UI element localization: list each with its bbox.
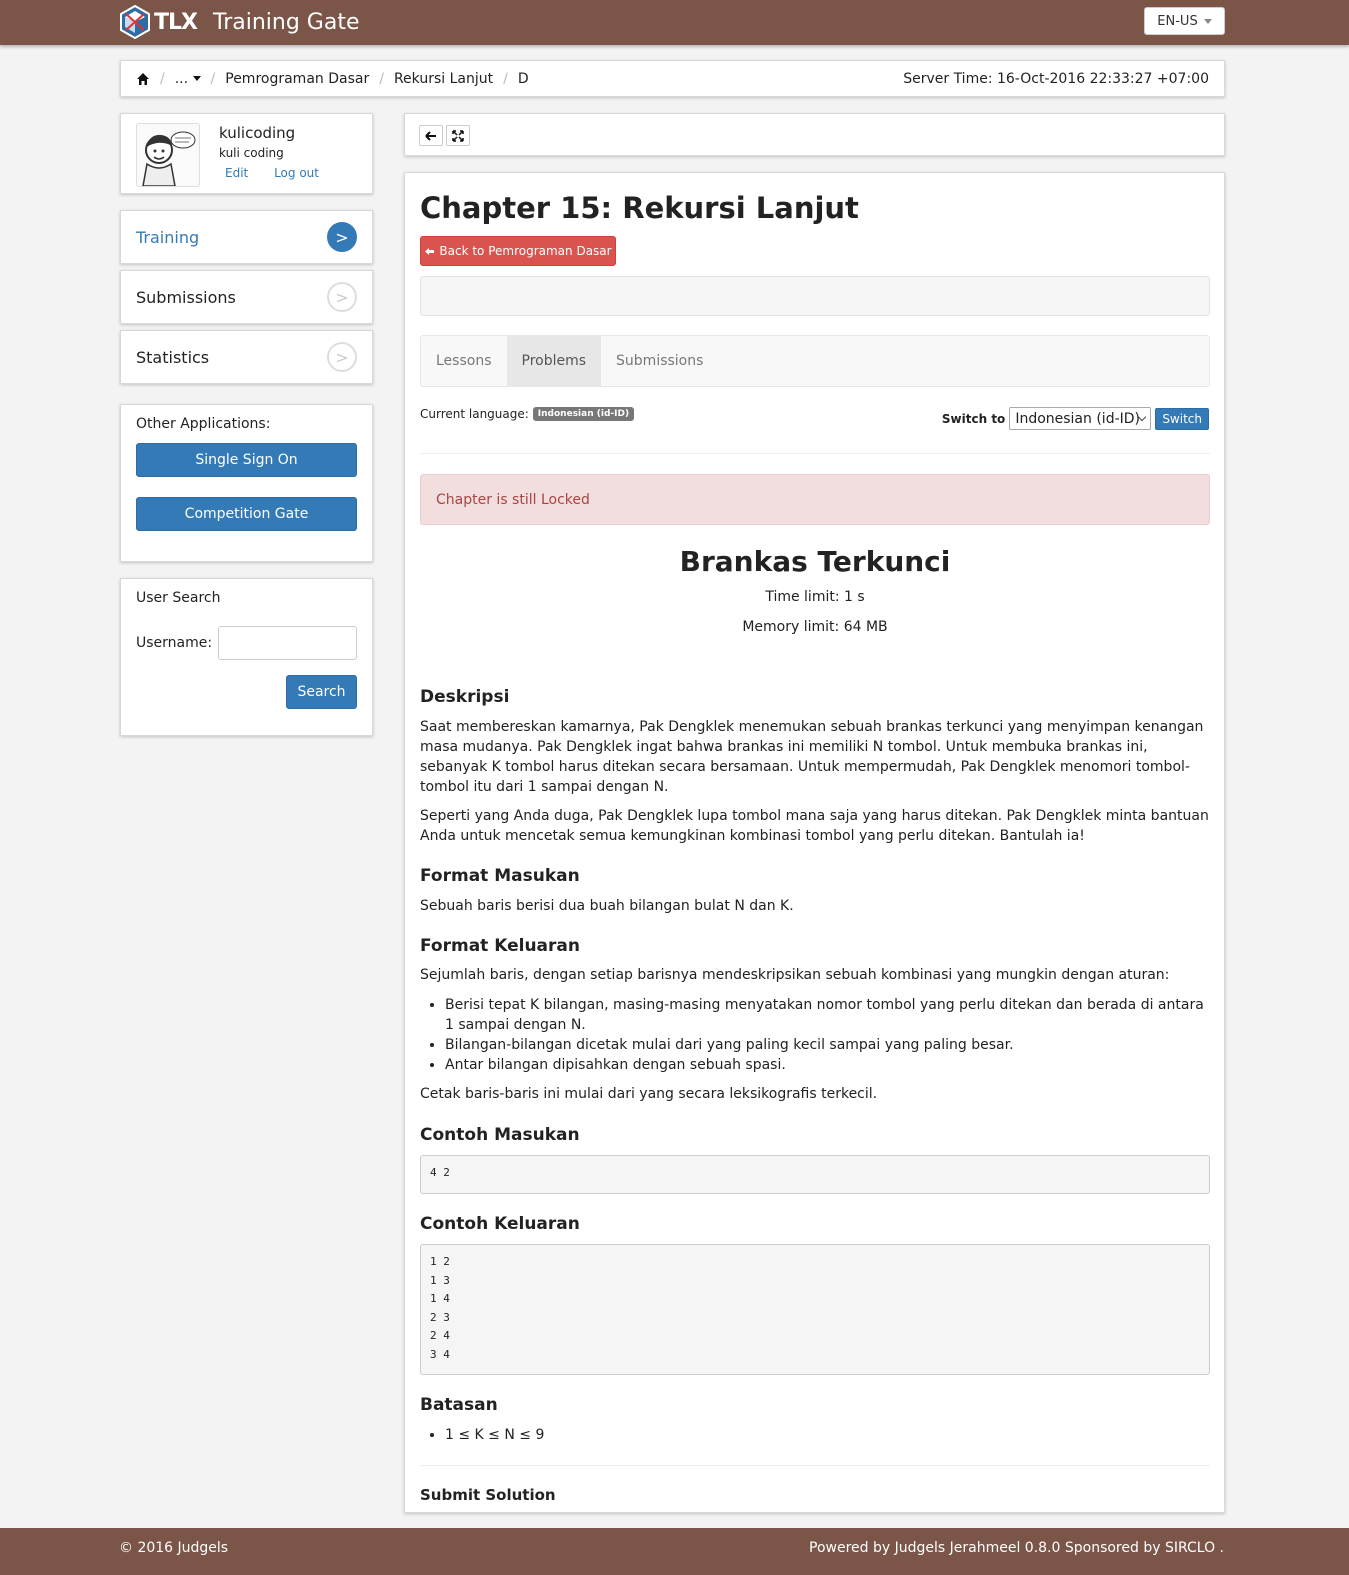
breadcrumb-item-problem: D [517, 70, 529, 87]
switch-to-label: Switch to [941, 411, 1006, 426]
keluaran-intro: Sejumlah baris, dengan setiap barisnya m… [420, 967, 1170, 983]
list-item: Antar bilangan dipisahkan dengan sebuah … [445, 1055, 1210, 1075]
sidebar-item-label: Statistics [136, 347, 210, 367]
keluaran-outro: Cetak baris-baris ini mulai dari yang se… [420, 1086, 878, 1102]
brand-logo[interactable]: TLX Training Gate [118, 5, 360, 39]
section-contoh-masukan: Contoh Masukan [420, 1125, 580, 1145]
list-item: 1 ≤ K ≤ N ≤ 9 [445, 1425, 1210, 1445]
current-language-label: Current language: [420, 407, 529, 421]
footer: © 2016 Judgels Powered by Judgels Jerahm… [0, 1528, 1349, 1575]
other-applications-title: Other Applications: [136, 416, 271, 432]
user-fullname: kuli coding [219, 146, 284, 160]
user-search-title: User Search [136, 590, 221, 606]
app-title: Training Gate [213, 9, 360, 35]
arrow-left-icon [425, 247, 435, 255]
section-format-masukan: Format Masukan [420, 866, 580, 886]
language-select[interactable]: Indonesian (id-ID) [1009, 407, 1152, 430]
sample-input: 4 2 [420, 1155, 1210, 1194]
masukan-paragraph: Sebuah baris berisi dua buah bilangan bu… [420, 898, 794, 914]
chevron-right-icon: > [327, 342, 357, 372]
back-button[interactable] [419, 125, 443, 146]
footer-powered-by: Powered by Judgels Jerahmeel 0.8.0 Spons… [809, 1540, 1224, 1556]
section-batasan: Batasan [420, 1395, 498, 1415]
deskripsi-paragraph: Saat membereskan kamarnya, Pak Dengklek … [420, 719, 1204, 795]
content-toolbar [404, 113, 1225, 156]
user-search-panel: User Search Username: Search [120, 578, 373, 736]
competition-gate-button[interactable]: Competition Gate [136, 497, 357, 531]
arrow-left-icon [425, 130, 436, 141]
fullscreen-icon [452, 129, 464, 142]
other-applications-panel: Other Applications: Single Sign On Compe… [120, 404, 373, 562]
username-input[interactable] [218, 626, 357, 660]
section-contoh-keluaran: Contoh Keluaran [420, 1214, 580, 1234]
deskripsi-paragraph: Seperti yang Anda duga, Pak Dengklek lup… [420, 808, 1209, 844]
chevron-right-icon: > [327, 222, 357, 252]
footer-copyright: © 2016 Judgels [119, 1540, 229, 1556]
keluaran-rules: Berisi tepat K bilangan, masing-masing m… [420, 995, 1210, 1075]
locked-alert: Chapter is still Locked [420, 474, 1210, 525]
tab-problems[interactable]: Problems [506, 336, 602, 386]
language-label: EN-US [1157, 13, 1198, 29]
server-time: Server Time: 16-Oct-2016 22:33:27 +07:00 [903, 70, 1209, 87]
tlx-logo-icon [120, 5, 150, 39]
back-to-course-button[interactable]: Back to Pemrograman Dasar [420, 236, 616, 266]
tab-lessons[interactable]: Lessons [421, 336, 507, 386]
single-sign-on-button[interactable]: Single Sign On [136, 443, 357, 477]
search-button[interactable]: Search [286, 675, 357, 709]
divider [420, 1465, 1210, 1466]
top-navbar: TLX Training Gate EN-US [0, 0, 1349, 45]
avatar [136, 123, 200, 187]
current-language: Current language: Indonesian (id-ID) [420, 407, 635, 421]
back-to-course-label: Back to Pemrograman Dasar [439, 244, 612, 258]
username-label: Username: [136, 635, 213, 651]
profile-card: kulicoding kuli coding Edit Log out [120, 113, 373, 194]
main-content: Chapter 15: Rekursi Lanjut Back to Pemro… [404, 172, 1225, 1513]
switch-language-button[interactable]: Switch [1155, 407, 1209, 430]
submit-solution-heading: Submit Solution [420, 1486, 556, 1504]
sample-output: 1 2 1 3 1 4 2 3 2 4 3 4 [420, 1244, 1210, 1375]
sidebar-item-label: Training [136, 227, 200, 247]
chevron-right-icon: > [327, 282, 357, 312]
breadcrumb-more[interactable]: ... [175, 71, 201, 87]
sidebar-item-statistics[interactable]: Statistics > [120, 330, 373, 384]
language-switcher: Switch to Indonesian (id-ID) Switch [942, 407, 1209, 430]
current-language-badge: Indonesian (id-ID) [532, 407, 635, 421]
tab-submissions[interactable]: Submissions [601, 336, 718, 386]
caret-down-icon [192, 76, 201, 81]
sidebar-item-label: Submissions [136, 287, 236, 307]
language-dropdown[interactable]: EN-US [1144, 7, 1225, 35]
chapter-title: Chapter 15: Rekursi Lanjut [420, 191, 859, 225]
list-item: Bilangan-bilangan dicetak mulai dari yan… [445, 1035, 1210, 1055]
fullscreen-button[interactable] [446, 125, 470, 146]
section-format-keluaran: Format Keluaran [420, 936, 580, 956]
breadcrumb-item-course[interactable]: Pemrograman Dasar [225, 71, 369, 87]
language-select-value: Indonesian (id-ID) [1015, 410, 1140, 427]
sidebar-item-training[interactable]: Training > [120, 210, 373, 264]
caret-down-icon [1203, 18, 1212, 24]
list-item: Berisi tepat K bilangan, masing-masing m… [445, 995, 1210, 1035]
chapter-tabs: Lessons Problems Submissions [420, 335, 1210, 387]
problem-title: Brankas Terkunci [679, 545, 951, 578]
home-icon[interactable] [136, 72, 150, 86]
breadcrumb: / ... / Pemrograman Dasar / Rekursi Lanj… [120, 60, 1225, 97]
divider [420, 453, 1210, 454]
avatar-image [142, 131, 196, 187]
breadcrumb-item-chapter[interactable]: Rekursi Lanjut [394, 71, 493, 87]
batasan-list: 1 ≤ K ≤ N ≤ 9 [420, 1425, 1210, 1445]
memory-limit: Memory limit: 64 MB [742, 619, 888, 635]
edit-profile-link[interactable]: Edit [225, 166, 248, 180]
brand-name: TLX [154, 9, 198, 35]
time-limit: Time limit: 1 s [765, 589, 865, 605]
sidebar-item-submissions[interactable]: Submissions > [120, 270, 373, 324]
section-deskripsi: Deskripsi [420, 687, 510, 707]
username: kulicoding [219, 124, 296, 142]
chapter-description-well [420, 276, 1210, 316]
logout-link[interactable]: Log out [274, 166, 319, 180]
